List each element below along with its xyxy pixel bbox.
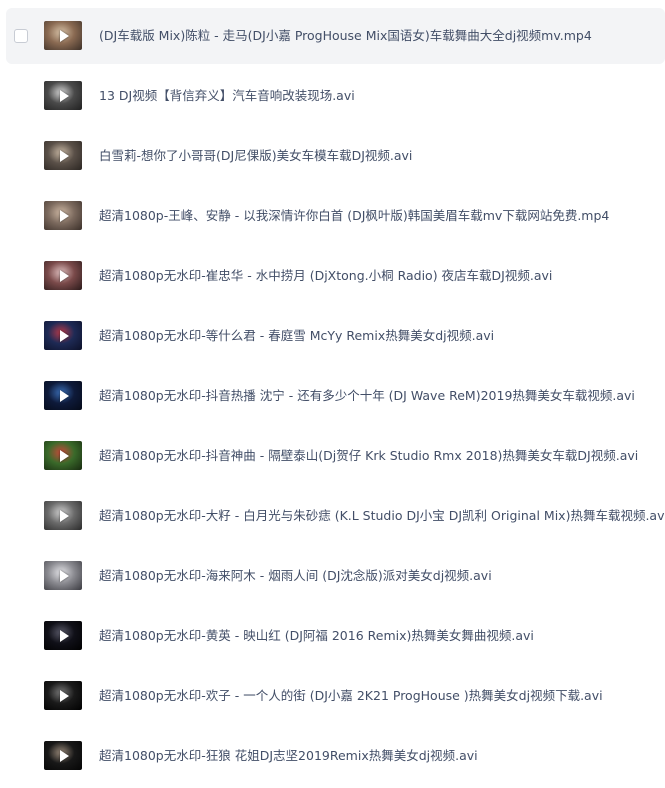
file-list: (DJ车载版 Mix)陈粒 - 走马(DJ小嘉 ProgHouse Mix国语女… bbox=[6, 8, 665, 788]
play-icon bbox=[60, 389, 69, 402]
file-row[interactable]: 超清1080p-王峰、安静 - 以我深情许你白首 (DJ枫叶版)韩国美眉车载mv… bbox=[6, 188, 665, 244]
video-thumbnail[interactable] bbox=[44, 81, 82, 110]
file-name[interactable]: 超清1080p无水印-欢子 - 一个人的街 (DJ小嘉 2K21 ProgHou… bbox=[99, 668, 603, 724]
video-thumbnail[interactable] bbox=[44, 21, 82, 50]
video-thumbnail[interactable] bbox=[44, 441, 82, 470]
file-row[interactable]: 超清1080p无水印-抖音神曲 - 隔壁泰山(Dj贺仔 Krk Studio R… bbox=[6, 428, 665, 484]
file-name[interactable]: 超清1080p无水印-崔忠华 - 水中捞月 (DjXtong.小桐 Radio)… bbox=[99, 248, 552, 304]
play-icon bbox=[60, 689, 69, 702]
video-thumbnail[interactable] bbox=[44, 201, 82, 230]
file-name[interactable]: 超清1080p无水印-黄英 - 映山红 (DJ阿福 2016 Remix)热舞美… bbox=[99, 608, 534, 664]
play-icon bbox=[60, 749, 69, 762]
video-thumbnail[interactable] bbox=[44, 141, 82, 170]
file-row[interactable]: 白雪莉-想你了小哥哥(DJ尼倮版)美女车模车载DJ视频.avi bbox=[6, 128, 665, 184]
file-row[interactable]: 超清1080p无水印-欢子 - 一个人的街 (DJ小嘉 2K21 ProgHou… bbox=[6, 668, 665, 724]
file-row[interactable]: 超清1080p无水印-抖音热播 沈宁 - 还有多少个十年 (DJ Wave Re… bbox=[6, 368, 665, 424]
file-name[interactable]: 超清1080p无水印-等什么君 - 春庭雪 McYy Remix热舞美女dj视频… bbox=[99, 308, 494, 364]
file-name[interactable]: 13 DJ视频【背信弃义】汽车音响改装现场.avi bbox=[99, 68, 355, 124]
file-row[interactable]: 超清1080p无水印-崔忠华 - 水中捞月 (DjXtong.小桐 Radio)… bbox=[6, 248, 665, 304]
play-icon bbox=[60, 629, 69, 642]
video-thumbnail[interactable] bbox=[44, 741, 82, 770]
file-name[interactable]: 超清1080p-王峰、安静 - 以我深情许你白首 (DJ枫叶版)韩国美眉车载mv… bbox=[99, 188, 609, 244]
file-name[interactable]: 超清1080p无水印-大籽 - 白月光与朱砂痣 (K.L Studio DJ小宝… bbox=[99, 488, 665, 544]
select-checkbox[interactable] bbox=[14, 29, 28, 43]
file-row[interactable]: 超清1080p无水印-海来阿木 - 烟雨人间 (DJ沈念版)派对美女dj视频.a… bbox=[6, 548, 665, 604]
play-icon bbox=[60, 269, 69, 282]
file-name[interactable]: (DJ车载版 Mix)陈粒 - 走马(DJ小嘉 ProgHouse Mix国语女… bbox=[99, 8, 592, 64]
play-icon bbox=[60, 449, 69, 462]
video-thumbnail[interactable] bbox=[44, 681, 82, 710]
play-icon bbox=[60, 569, 69, 582]
video-thumbnail[interactable] bbox=[44, 621, 82, 650]
play-icon bbox=[60, 209, 69, 222]
video-thumbnail[interactable] bbox=[44, 381, 82, 410]
file-row[interactable]: (DJ车载版 Mix)陈粒 - 走马(DJ小嘉 ProgHouse Mix国语女… bbox=[6, 8, 665, 64]
file-name[interactable]: 超清1080p无水印-狂狼 花姐DJ志坚2019Remix热舞美女dj视频.av… bbox=[99, 728, 478, 784]
file-row[interactable]: 超清1080p无水印-大籽 - 白月光与朱砂痣 (K.L Studio DJ小宝… bbox=[6, 488, 665, 544]
file-name[interactable]: 超清1080p无水印-抖音热播 沈宁 - 还有多少个十年 (DJ Wave Re… bbox=[99, 368, 635, 424]
file-name[interactable]: 超清1080p无水印-抖音神曲 - 隔壁泰山(Dj贺仔 Krk Studio R… bbox=[99, 428, 638, 484]
play-icon bbox=[60, 89, 69, 102]
file-row[interactable]: 超清1080p无水印-等什么君 - 春庭雪 McYy Remix热舞美女dj视频… bbox=[6, 308, 665, 364]
video-thumbnail[interactable] bbox=[44, 501, 82, 530]
file-name[interactable]: 白雪莉-想你了小哥哥(DJ尼倮版)美女车模车载DJ视频.avi bbox=[99, 128, 412, 184]
video-thumbnail[interactable] bbox=[44, 261, 82, 290]
file-row[interactable]: 超清1080p无水印-狂狼 花姐DJ志坚2019Remix热舞美女dj视频.av… bbox=[6, 728, 665, 784]
file-name[interactable]: 超清1080p无水印-海来阿木 - 烟雨人间 (DJ沈念版)派对美女dj视频.a… bbox=[99, 548, 492, 604]
play-icon bbox=[60, 149, 69, 162]
play-icon bbox=[60, 509, 69, 522]
file-row[interactable]: 超清1080p无水印-黄英 - 映山红 (DJ阿福 2016 Remix)热舞美… bbox=[6, 608, 665, 664]
play-icon bbox=[60, 329, 69, 342]
file-row[interactable]: 13 DJ视频【背信弃义】汽车音响改装现场.avi bbox=[6, 68, 665, 124]
play-icon bbox=[60, 29, 69, 42]
video-thumbnail[interactable] bbox=[44, 561, 82, 590]
video-thumbnail[interactable] bbox=[44, 321, 82, 350]
